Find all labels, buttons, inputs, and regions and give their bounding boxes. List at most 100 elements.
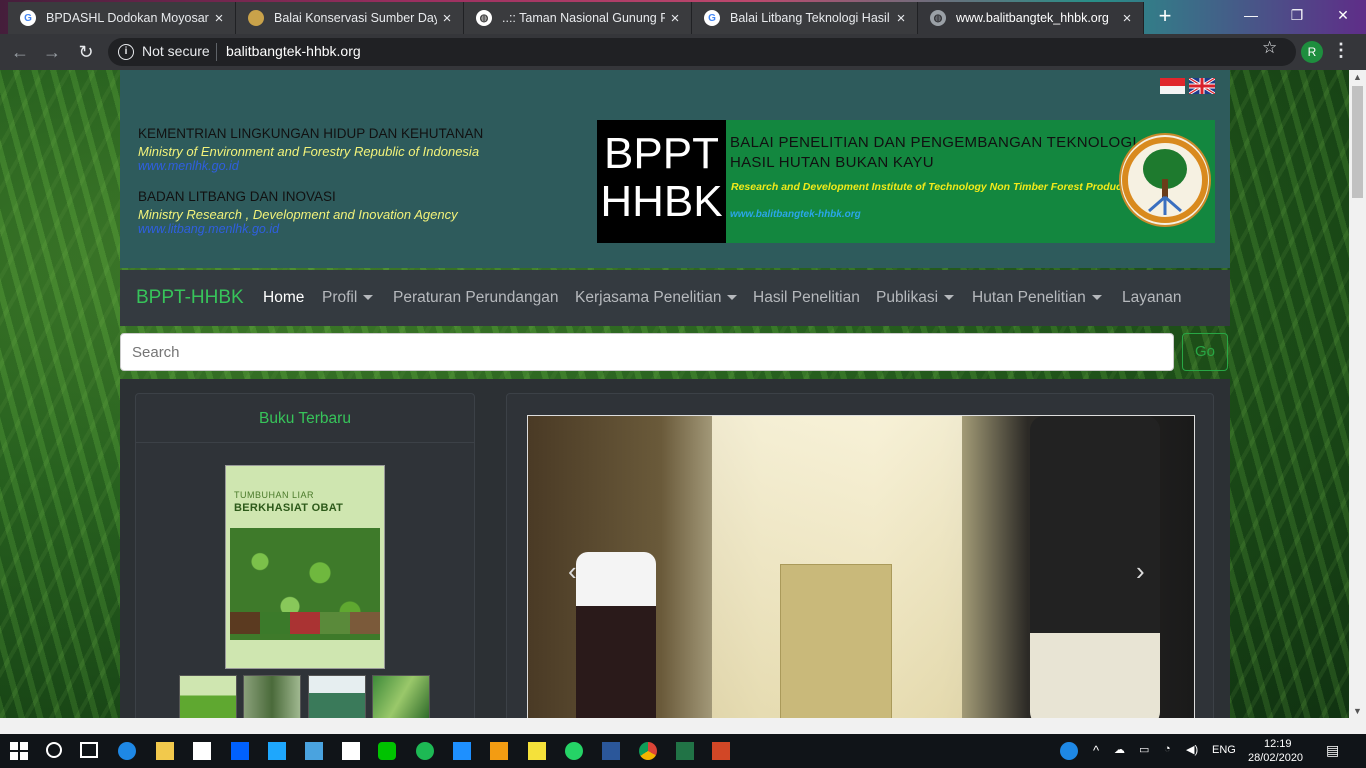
chrome-icon[interactable] xyxy=(639,742,657,760)
close-tab-icon[interactable]: × xyxy=(1117,10,1137,27)
tab-balai-konservasi[interactable]: Balai Konservasi Sumber Daya × xyxy=(236,2,464,34)
page-viewport: KEMENTRIAN LINGKUNGAN HIDUP DAN KEHUTANA… xyxy=(0,70,1349,718)
app-icon[interactable] xyxy=(453,742,471,760)
tray-chevron-icon[interactable]: ^ xyxy=(1093,743,1099,758)
new-tab-button[interactable]: + xyxy=(1153,4,1177,28)
lightning-app-icon[interactable] xyxy=(268,742,286,760)
acronym-line-2: HHBK xyxy=(600,177,723,226)
page-scrollbar[interactable]: ▲ ▼ xyxy=(1349,70,1366,718)
nav-hutan-penelitian[interactable]: Hutan Penelitian xyxy=(972,289,1102,307)
acronym-block: BPPT HHBK xyxy=(597,120,726,243)
close-tab-icon[interactable]: × xyxy=(665,10,685,27)
book-cover-photo-strip xyxy=(230,612,380,634)
nav-home[interactable]: Home xyxy=(263,289,304,307)
address-toolbar: ← → ↻ i Not secure balitbangtek-hhbk.org… xyxy=(0,34,1366,70)
google-icon: G xyxy=(704,10,720,26)
scrollbar-thumb[interactable] xyxy=(1352,86,1363,198)
whatsapp-icon[interactable] xyxy=(565,742,583,760)
minimize-button[interactable]: — xyxy=(1228,0,1274,30)
uk-flag-icon[interactable] xyxy=(1189,78,1215,94)
image-carousel[interactable]: ‹ › xyxy=(527,415,1195,718)
nav-peraturan-perundangan[interactable]: Peraturan Perundangan xyxy=(393,289,558,307)
nav-profil[interactable]: Profil xyxy=(322,289,374,307)
security-indicator[interactable]: Not secure xyxy=(142,43,210,59)
reload-button[interactable]: ↻ xyxy=(74,40,98,64)
browser-tab-strip: G BPDASHL Dodokan Moyosari - × Balai Kon… xyxy=(0,0,1366,34)
search-go-button[interactable]: Go xyxy=(1182,333,1228,371)
latest-books-panel: Buku Terbaru TUMBUHAN LIAR BERKHASIAT OB… xyxy=(135,393,475,718)
search-icon[interactable] xyxy=(46,742,62,758)
dropdown-caret-icon xyxy=(363,295,374,301)
volume-icon[interactable]: ◀) xyxy=(1186,743,1198,756)
bookmark-star-icon[interactable]: ☆ xyxy=(1262,38,1277,58)
nav-publikasi[interactable]: Publikasi xyxy=(876,289,955,307)
close-window-button[interactable]: ✕ xyxy=(1320,0,1366,30)
edge-icon[interactable] xyxy=(118,742,136,760)
agency-website-link[interactable]: www.litbang.menlhk.go.id xyxy=(138,222,279,236)
language-indicator[interactable]: ENG xyxy=(1212,744,1236,756)
help-icon[interactable] xyxy=(1060,742,1078,760)
omnibox[interactable]: i Not secure balitbangtek-hhbk.org xyxy=(108,38,1296,66)
content-area: Buku Terbaru TUMBUHAN LIAR BERKHASIAT OB… xyxy=(120,379,1230,718)
task-view-icon[interactable] xyxy=(80,742,98,758)
clock-date[interactable]: 28/02/2020 xyxy=(1248,752,1303,764)
globe-icon: ◍ xyxy=(930,10,946,26)
notifications-icon[interactable]: ▤ xyxy=(1326,742,1339,759)
store-icon[interactable] xyxy=(193,742,211,760)
scroll-up-icon[interactable]: ▲ xyxy=(1353,72,1362,82)
restore-button[interactable]: ❐ xyxy=(1274,0,1320,30)
tab-balitbangtek-active[interactable]: ◍ www.balitbangtek_hhbk.org × xyxy=(918,2,1144,34)
nav-hasil-penelitian[interactable]: Hasil Penelitian xyxy=(753,289,860,307)
url-text[interactable]: balitbangtek-hhbk.org xyxy=(226,43,361,59)
profile-avatar[interactable]: R xyxy=(1301,41,1323,63)
line-icon[interactable] xyxy=(378,742,396,760)
nav-kerjasama-penelitian[interactable]: Kerjasama Penelitian xyxy=(575,289,738,307)
book-thumbnail[interactable] xyxy=(308,675,366,718)
indonesian-flag-icon[interactable] xyxy=(1160,78,1185,94)
ministry-website-link[interactable]: www.menlhk.go.id xyxy=(138,159,239,173)
featured-panel: ‹ › xyxy=(506,393,1214,718)
latest-books-heading: Buku Terbaru xyxy=(136,394,474,443)
search-input[interactable] xyxy=(120,333,1174,371)
book-cover[interactable]: TUMBUHAN LIAR BERKHASIAT OBAT xyxy=(225,465,385,669)
browser-menu-icon[interactable]: ⋮ xyxy=(1332,40,1350,61)
windows-taskbar: ^ ☁ ▭ ◔ ◀) ENG 12:19 28/02/2020 ▤ xyxy=(0,734,1366,768)
sticky-notes-icon[interactable] xyxy=(528,742,546,760)
mail-icon[interactable] xyxy=(305,742,323,760)
file-explorer-icon[interactable] xyxy=(156,742,174,760)
book-thumbnail[interactable] xyxy=(372,675,430,718)
tab-taman-nasional[interactable]: ◍ ..:: Taman Nasional Gunung Rin × xyxy=(464,2,692,34)
scroll-down-icon[interactable]: ▼ xyxy=(1353,706,1362,716)
book-thumbnail[interactable] xyxy=(243,675,301,718)
ministry-emblem-icon xyxy=(1119,133,1211,227)
forward-button[interactable]: → xyxy=(40,40,64,64)
institute-banner: BPPT HHBK BALAI PENELITIAN DAN PENGEMBAN… xyxy=(597,120,1215,243)
onedrive-icon[interactable]: ☁ xyxy=(1114,743,1125,756)
nav-layanan[interactable]: Layanan xyxy=(1122,289,1181,307)
spotify-icon[interactable] xyxy=(416,742,434,760)
book-title-line-1: TUMBUHAN LIAR xyxy=(234,490,315,500)
dropdown-caret-icon xyxy=(944,295,955,301)
camera-icon[interactable] xyxy=(342,742,360,760)
close-tab-icon[interactable]: × xyxy=(209,10,229,27)
tab-bpdashl[interactable]: G BPDASHL Dodokan Moyosari - × xyxy=(8,2,236,34)
carousel-prev-icon[interactable]: ‹ xyxy=(568,556,577,587)
clock-time[interactable]: 12:19 xyxy=(1264,738,1292,750)
windows-start-icon[interactable] xyxy=(10,742,28,760)
powerpoint-icon[interactable] xyxy=(712,742,730,760)
tab-balai-litbang[interactable]: G Balai Litbang Teknologi Hasil H × xyxy=(692,2,918,34)
book-thumbnail[interactable] xyxy=(179,675,237,718)
wifi-icon[interactable]: ◔ xyxy=(1164,743,1171,755)
close-tab-icon[interactable]: × xyxy=(437,10,457,27)
excel-icon[interactable] xyxy=(676,742,694,760)
dropbox-icon[interactable] xyxy=(231,742,249,760)
battery-icon[interactable]: ▭ xyxy=(1139,743,1149,756)
back-button[interactable]: ← xyxy=(8,40,32,64)
navbar-brand[interactable]: BPPT-HHBK xyxy=(136,287,244,309)
close-tab-icon[interactable]: × xyxy=(891,10,911,27)
banner-english-title: Research and Development Institute of Te… xyxy=(731,181,1126,193)
info-icon[interactable]: i xyxy=(118,44,134,60)
carousel-next-icon[interactable]: › xyxy=(1136,556,1145,587)
sublime-icon[interactable] xyxy=(490,742,508,760)
word-icon[interactable] xyxy=(602,742,620,760)
